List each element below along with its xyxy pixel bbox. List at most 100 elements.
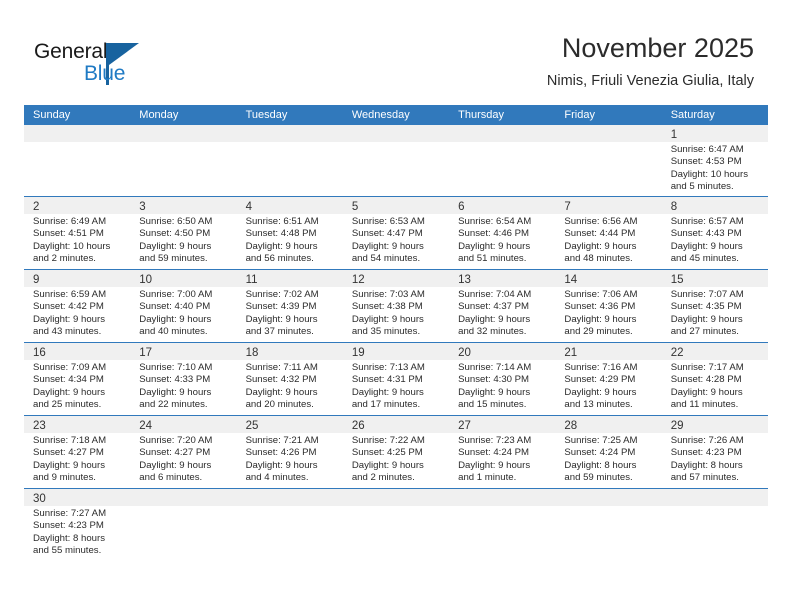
day-number-band <box>555 125 662 142</box>
calendar-day-cell[interactable]: 19 Sunrise: 7:13 AM Sunset: 4:31 PM Dayligh… <box>342 343 450 415</box>
day-number: 28 <box>564 420 578 432</box>
day-number-band: 13 <box>449 270 556 287</box>
daylight-duration-line1: Daylight: 9 hours <box>351 240 424 252</box>
daylight-duration-line1: Daylight: 9 hours <box>33 459 105 471</box>
day-number: 9 <box>33 274 40 286</box>
page-subtitle: Nimis, Friuli Venezia Giulia, Italy <box>546 73 754 89</box>
calendar-day-cell[interactable]: 16 Sunrise: 7:09 AM Sunset: 4:34 PM Dayligh… <box>24 343 131 415</box>
sunset-time: Sunset: 4:32 PM <box>245 374 317 386</box>
sunrise-time: Sunrise: 7:27 AM <box>33 508 107 519</box>
sunrise-time: Sunrise: 7:17 AM <box>670 362 744 373</box>
day-sun-info: Sunrise: 7:13 AM Sunset: 4:31 PM Daylight:… <box>343 360 449 412</box>
calendar-day-cell[interactable]: 22 Sunrise: 7:17 AM Sunset: 4:28 PM Dayligh… <box>661 343 768 415</box>
calendar-week-row: 23 Sunrise: 7:18 AM Sunset: 4:27 PM Dayligh… <box>24 416 768 489</box>
daylight-duration-line2: and 57 minutes. <box>670 472 739 484</box>
calendar-day-cell[interactable]: 29 Sunrise: 7:26 AM Sunset: 4:23 PM Dayligh… <box>661 416 768 488</box>
calendar-day-cell[interactable]: 25 Sunrise: 7:21 AM Sunset: 4:26 PM Dayligh… <box>236 416 343 488</box>
calendar-day-cell[interactable]: 27 Sunrise: 7:23 AM Sunset: 4:24 PM Dayligh… <box>449 416 556 488</box>
daylight-duration-line1: Daylight: 9 hours <box>245 313 318 325</box>
sunset-time: Sunset: 4:31 PM <box>351 374 423 386</box>
day-number-band: 10 <box>130 270 237 287</box>
daylight-duration-line2: and 59 minutes. <box>139 253 208 265</box>
daylight-duration-line2: and 20 minutes. <box>245 399 314 411</box>
calendar-day-cell[interactable]: 7 Sunrise: 6:56 AM Sunset: 4:44 PM Daylight… <box>555 197 662 269</box>
day-number: 29 <box>670 420 684 432</box>
day-number-band: 27 <box>449 416 556 433</box>
daylight-duration-line2: and 13 minutes. <box>564 399 633 411</box>
day-number-band: 7 <box>555 197 662 214</box>
calendar-day-cell[interactable]: 18 Sunrise: 7:11 AM Sunset: 4:32 PM Dayligh… <box>236 343 343 415</box>
calendar-day-cell[interactable]: 12 Sunrise: 7:03 AM Sunset: 4:38 PM Dayligh… <box>342 270 450 342</box>
calendar-day-cell[interactable]: 13 Sunrise: 7:04 AM Sunset: 4:37 PM Dayligh… <box>449 270 556 342</box>
calendar-day-cell[interactable]: 14 Sunrise: 7:06 AM Sunset: 4:36 PM Dayligh… <box>555 270 662 342</box>
sunset-time: Sunset: 4:33 PM <box>139 374 211 386</box>
day-number-band <box>130 489 237 506</box>
day-number: 7 <box>564 201 571 213</box>
daylight-duration-line1: Daylight: 9 hours <box>458 313 531 325</box>
sunrise-time: Sunrise: 7:18 AM <box>33 435 107 446</box>
day-number-band: 19 <box>342 343 450 360</box>
sunrise-time: Sunrise: 6:57 AM <box>670 216 744 227</box>
calendar-day-cell[interactable]: 2 Sunrise: 6:49 AM Sunset: 4:51 PM Daylight… <box>24 197 131 269</box>
calendar-day-cell[interactable]: 3 Sunrise: 6:50 AM Sunset: 4:50 PM Daylight… <box>130 197 237 269</box>
day-number-band: 23 <box>24 416 131 433</box>
sunrise-time: Sunrise: 6:51 AM <box>245 216 319 227</box>
day-number-band: 11 <box>236 270 343 287</box>
calendar-day-cell[interactable]: 6 Sunrise: 6:54 AM Sunset: 4:46 PM Daylight… <box>449 197 556 269</box>
calendar-day-cell[interactable]: 15 Sunrise: 7:07 AM Sunset: 4:35 PM Dayligh… <box>661 270 768 342</box>
calendar-day-cell[interactable]: 28 Sunrise: 7:25 AM Sunset: 4:24 PM Dayligh… <box>555 416 662 488</box>
day-number-band: 8 <box>661 197 768 214</box>
calendar-day-cell[interactable]: 1 Sunrise: 6:47 AM Sunset: 4:53 PM Daylight… <box>661 125 768 196</box>
sunrise-time: Sunrise: 7:04 AM <box>458 289 532 300</box>
day-number-band: 5 <box>342 197 450 214</box>
day-number: 17 <box>139 347 153 359</box>
sunrise-time: Sunrise: 7:13 AM <box>351 362 425 373</box>
daylight-duration-line2: and 6 minutes. <box>139 472 203 484</box>
calendar-day-cell[interactable]: 26 Sunrise: 7:22 AM Sunset: 4:25 PM Dayligh… <box>342 416 450 488</box>
daylight-duration-line1: Daylight: 9 hours <box>670 386 743 398</box>
calendar-day-cell[interactable]: 5 Sunrise: 6:53 AM Sunset: 4:47 PM Daylight… <box>342 197 450 269</box>
daylight-duration-line2: and 48 minutes. <box>564 253 633 265</box>
calendar-day-cell[interactable]: 24 Sunrise: 7:20 AM Sunset: 4:27 PM Dayligh… <box>130 416 237 488</box>
calendar-day-cell[interactable]: 11 Sunrise: 7:02 AM Sunset: 4:39 PM Dayligh… <box>236 270 343 342</box>
calendar-day-cell[interactable]: 20 Sunrise: 7:14 AM Sunset: 4:30 PM Dayligh… <box>449 343 556 415</box>
sunrise-time: Sunrise: 7:23 AM <box>458 435 532 446</box>
calendar-day-cell[interactable]: 21 Sunrise: 7:16 AM Sunset: 4:29 PM Dayligh… <box>555 343 662 415</box>
daylight-duration-line2: and 9 minutes. <box>33 472 96 484</box>
day-sun-info: Sunrise: 7:04 AM Sunset: 4:37 PM Daylight:… <box>449 287 555 339</box>
daylight-duration-line1: Daylight: 9 hours <box>245 459 318 471</box>
sunrise-time: Sunrise: 7:02 AM <box>245 289 319 300</box>
calendar-day-cell[interactable]: 30 Sunrise: 7:27 AM Sunset: 4:23 PM Dayligh… <box>24 489 131 569</box>
calendar-day-cell[interactable]: 10 Sunrise: 7:00 AM Sunset: 4:40 PM Dayligh… <box>130 270 237 342</box>
calendar-day-cell[interactable]: 8 Sunrise: 6:57 AM Sunset: 4:43 PM Daylight… <box>661 197 768 269</box>
daylight-duration-line1: Daylight: 9 hours <box>670 313 743 325</box>
sunset-time: Sunset: 4:23 PM <box>670 447 742 459</box>
daylight-duration-line1: Daylight: 9 hours <box>458 240 531 252</box>
daylight-duration-line1: Daylight: 9 hours <box>33 313 105 325</box>
daylight-duration-line1: Daylight: 9 hours <box>670 240 743 252</box>
sunrise-time: Sunrise: 7:16 AM <box>564 362 638 373</box>
sunrise-time: Sunrise: 7:06 AM <box>564 289 638 300</box>
sunset-time: Sunset: 4:26 PM <box>245 447 317 459</box>
day-number-band: 21 <box>555 343 662 360</box>
sunrise-time: Sunrise: 7:20 AM <box>139 435 213 446</box>
daylight-duration-line2: and 17 minutes. <box>351 399 421 411</box>
daylight-duration-line2: and 2 minutes. <box>351 472 415 484</box>
day-number-band <box>342 489 450 506</box>
calendar-week-row: 1 Sunrise: 6:47 AM Sunset: 4:53 PM Daylight… <box>24 125 768 197</box>
daylight-duration-line1: Daylight: 9 hours <box>139 386 212 398</box>
day-number: 2 <box>33 201 40 213</box>
daylight-duration-line1: Daylight: 9 hours <box>564 240 637 252</box>
sunrise-time: Sunrise: 7:11 AM <box>245 362 318 373</box>
day-number-band: 14 <box>555 270 662 287</box>
day-number: 19 <box>351 347 365 359</box>
calendar-day-cell[interactable]: 9 Sunrise: 6:59 AM Sunset: 4:42 PM Daylight… <box>24 270 131 342</box>
day-number-band: 22 <box>661 343 768 360</box>
calendar-day-cell[interactable]: 23 Sunrise: 7:18 AM Sunset: 4:27 PM Dayligh… <box>24 416 131 488</box>
day-sun-info: Sunrise: 7:03 AM Sunset: 4:38 PM Daylight:… <box>343 287 449 339</box>
general-blue-logo[interactable]: General Blue <box>34 40 164 90</box>
calendar-day-cell[interactable]: 4 Sunrise: 6:51 AM Sunset: 4:48 PM Daylight… <box>236 197 343 269</box>
calendar-day-cell[interactable]: 17 Sunrise: 7:10 AM Sunset: 4:33 PM Dayligh… <box>130 343 237 415</box>
calendar-day-cell-empty <box>24 125 131 196</box>
day-number-band: 18 <box>236 343 343 360</box>
